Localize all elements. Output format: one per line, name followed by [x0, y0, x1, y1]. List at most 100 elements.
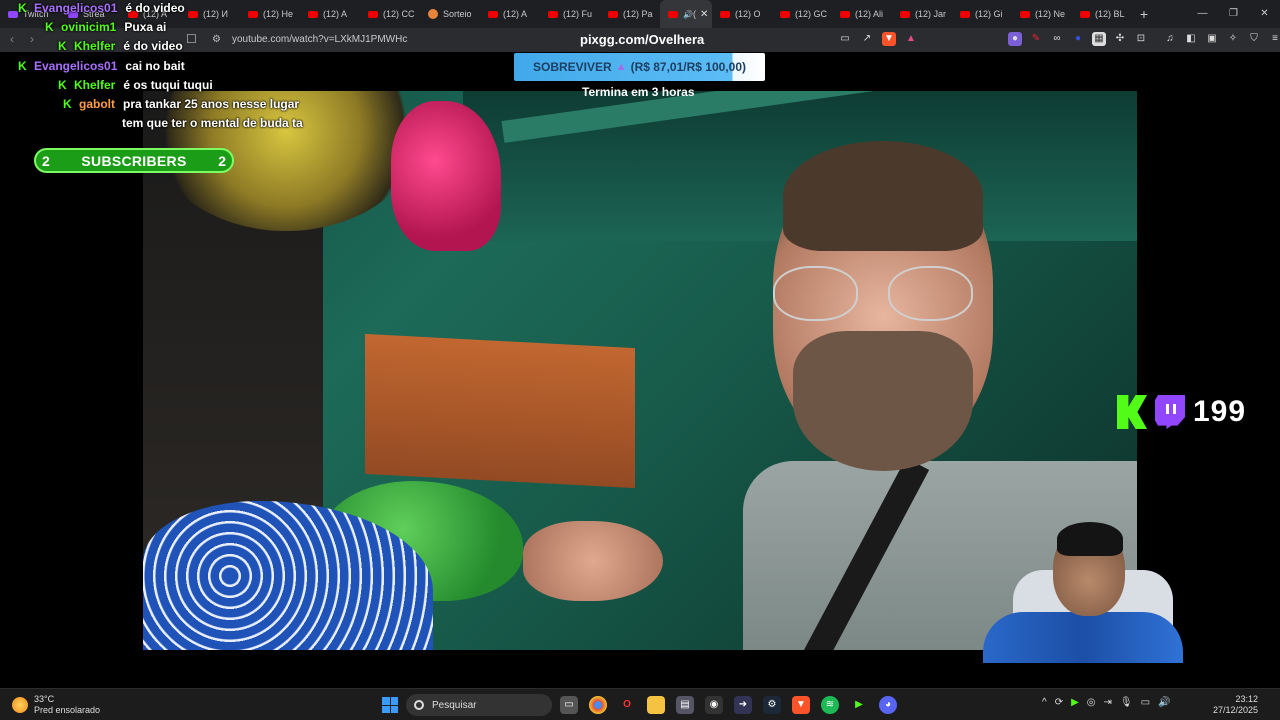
subscribers-right-count: 2: [218, 152, 226, 169]
chat-message: tem que ter o mental de buda ta: [122, 116, 303, 130]
close-tab-icon[interactable]: ✕: [700, 9, 708, 20]
chat-message: K Khelfer é do video: [58, 39, 183, 53]
browser-tab[interactable]: (12) CC: [360, 0, 420, 28]
brave-icon[interactable]: ▼: [792, 696, 810, 714]
minimize-icon[interactable]: —: [1187, 0, 1218, 28]
video-towel: [365, 333, 635, 489]
browser-tab[interactable]: (12) Pa: [600, 0, 660, 28]
browser-tab[interactable]: (12) BL: [1072, 0, 1132, 28]
discord-icon[interactable]: ◕: [879, 696, 897, 714]
pinned-apps: ▭ O ▤ ◉ ➜ ⚙ ▼ ≋ ▶ ◕: [560, 696, 897, 714]
streamer-beard: [793, 331, 973, 471]
network-icon[interactable]: ▭: [1141, 697, 1150, 708]
extension-purple-icon[interactable]: ●: [1008, 32, 1022, 46]
browser-tab[interactable]: (12) Fu: [540, 0, 600, 28]
chat-text: é do video: [125, 1, 185, 15]
chrome-icon[interactable]: [589, 696, 607, 714]
kick-badge-icon: K: [58, 39, 67, 53]
browser-tab[interactable]: (12) A: [480, 0, 540, 28]
screen: Twitch Strea (12) A (12) И (12) He (12) A (12)…: [0, 0, 1280, 720]
screenshot-icon[interactable]: ⊡: [1134, 32, 1148, 46]
weather-temp: 33°C: [34, 694, 55, 704]
tab-label: (: [692, 9, 696, 19]
extension-qr-icon[interactable]: ▦: [1092, 32, 1106, 46]
chat-username[interactable]: ovinicim1: [61, 20, 116, 34]
sync-icon[interactable]: ⟳: [1055, 697, 1063, 708]
tab-label: (12) Gi: [975, 9, 1003, 19]
kick-badge-icon: K: [45, 20, 54, 34]
browser-tab[interactable]: (12) Jar: [892, 0, 952, 28]
chat-text: cai no bait: [125, 59, 185, 73]
youtube-favicon-icon: [960, 10, 970, 18]
browser-tab[interactable]: (12) GC: [772, 0, 832, 28]
tray-icon-2[interactable]: ⇥: [1104, 697, 1112, 708]
tab-label: (12) A: [503, 9, 528, 19]
chat-message: Kovinicim1 Puxa ai: [45, 20, 166, 34]
browser-tab[interactable]: (12) Ali: [832, 0, 892, 28]
kick-badge-icon: K: [18, 59, 27, 73]
kick-logo-icon: [1117, 395, 1147, 429]
chat-username[interactable]: Khelfer: [74, 78, 115, 92]
extensions-bar: ● ✎ ∞ ● ▦ ✣ ⊡ ♫ ◧ ▣ ✧ ⛉ ≡: [1008, 32, 1280, 46]
cast-icon[interactable]: ▭: [838, 32, 852, 46]
chat-message: Kgabolt pra tankar 25 anos nesse lugar: [63, 97, 299, 111]
extension-glasses-icon[interactable]: ∞: [1050, 32, 1064, 46]
chat-username[interactable]: Khelfer: [74, 39, 115, 53]
steam-icon[interactable]: ⚙: [763, 696, 781, 714]
close-icon[interactable]: ✕: [1249, 0, 1280, 28]
weather-widget[interactable]: 33°C Pred ensolarado: [12, 694, 100, 716]
volume-icon[interactable]: 🔊: [1158, 697, 1170, 708]
chat-username[interactable]: Evangelicos01: [34, 1, 117, 15]
media-icon[interactable]: ♫: [1163, 32, 1177, 46]
youtube-favicon-icon: [488, 10, 498, 18]
extension-red-icon[interactable]: ✎: [1029, 32, 1043, 46]
brave-shield-icon[interactable]: ▼: [882, 32, 896, 46]
share-icon[interactable]: ↗: [860, 32, 874, 46]
browser-tab[interactable]: (12) Ne: [1012, 0, 1072, 28]
youtube-favicon-icon: [608, 10, 618, 18]
app-icon-1[interactable]: ▤: [676, 696, 694, 714]
microphone-icon[interactable]: 🎙: [1120, 697, 1133, 708]
app-icon-4[interactable]: ▶: [850, 696, 868, 714]
restore-icon[interactable]: ❐: [1218, 0, 1249, 28]
clock[interactable]: 23:12 27/12/2025: [1213, 694, 1258, 716]
spotify-icon[interactable]: ≋: [821, 696, 839, 714]
brave-rewards-icon[interactable]: ▲: [904, 32, 918, 46]
start-button[interactable]: [382, 697, 398, 713]
chat-message: K Evangelicos01 é do video: [18, 1, 185, 15]
youtube-favicon-icon: [1020, 10, 1030, 18]
chat-username[interactable]: gabolt: [79, 97, 115, 111]
tab-label: (12) BL: [1095, 9, 1125, 19]
video-hand: [523, 521, 663, 601]
tab-label: (12) GC: [795, 9, 828, 19]
browser-tab[interactable]: 🔊( ✕: [660, 0, 712, 28]
subscribers-bar: 2 SUBSCRIBERS 2: [34, 148, 234, 173]
app-icon-2[interactable]: ◉: [705, 696, 723, 714]
kick-badge-icon: K: [63, 97, 72, 111]
wallet-icon[interactable]: ▣: [1205, 32, 1219, 46]
app-icon-3[interactable]: ➜: [734, 696, 752, 714]
leo-ai-icon[interactable]: ✧: [1226, 32, 1240, 46]
menu-icon[interactable]: ≡: [1268, 32, 1280, 46]
speaker-icon[interactable]: 🔊: [683, 10, 693, 19]
browser-tab[interactable]: (12) Gi: [952, 0, 1012, 28]
youtube-favicon-icon: [548, 10, 558, 18]
search-label: Pesquisar: [432, 699, 477, 711]
sidebar-icon[interactable]: ◧: [1184, 32, 1198, 46]
weather-desc: Pred ensolarado: [34, 705, 101, 715]
browser-tab[interactable]: (12) O: [712, 0, 772, 28]
file-explorer-icon[interactable]: [647, 696, 665, 714]
taskbar-search[interactable]: Pesquisar: [406, 694, 552, 716]
youtube-favicon-icon: [780, 10, 790, 18]
extension-blue-icon[interactable]: ●: [1071, 32, 1085, 46]
tray-app-icon[interactable]: ▶: [1071, 697, 1079, 708]
tray-icon-1[interactable]: ◎: [1087, 697, 1096, 708]
chevron-up-icon[interactable]: ^: [1042, 697, 1047, 708]
opera-icon[interactable]: O: [618, 696, 636, 714]
vpn-icon[interactable]: ⛉: [1247, 32, 1261, 46]
task-view-icon[interactable]: ▭: [560, 696, 578, 714]
chat-username[interactable]: Evangelicos01: [34, 59, 117, 73]
extensions-puzzle-icon[interactable]: ✣: [1113, 32, 1127, 46]
new-tab-button[interactable]: +: [1132, 6, 1156, 22]
browser-tab[interactable]: Sorteio: [420, 0, 480, 28]
